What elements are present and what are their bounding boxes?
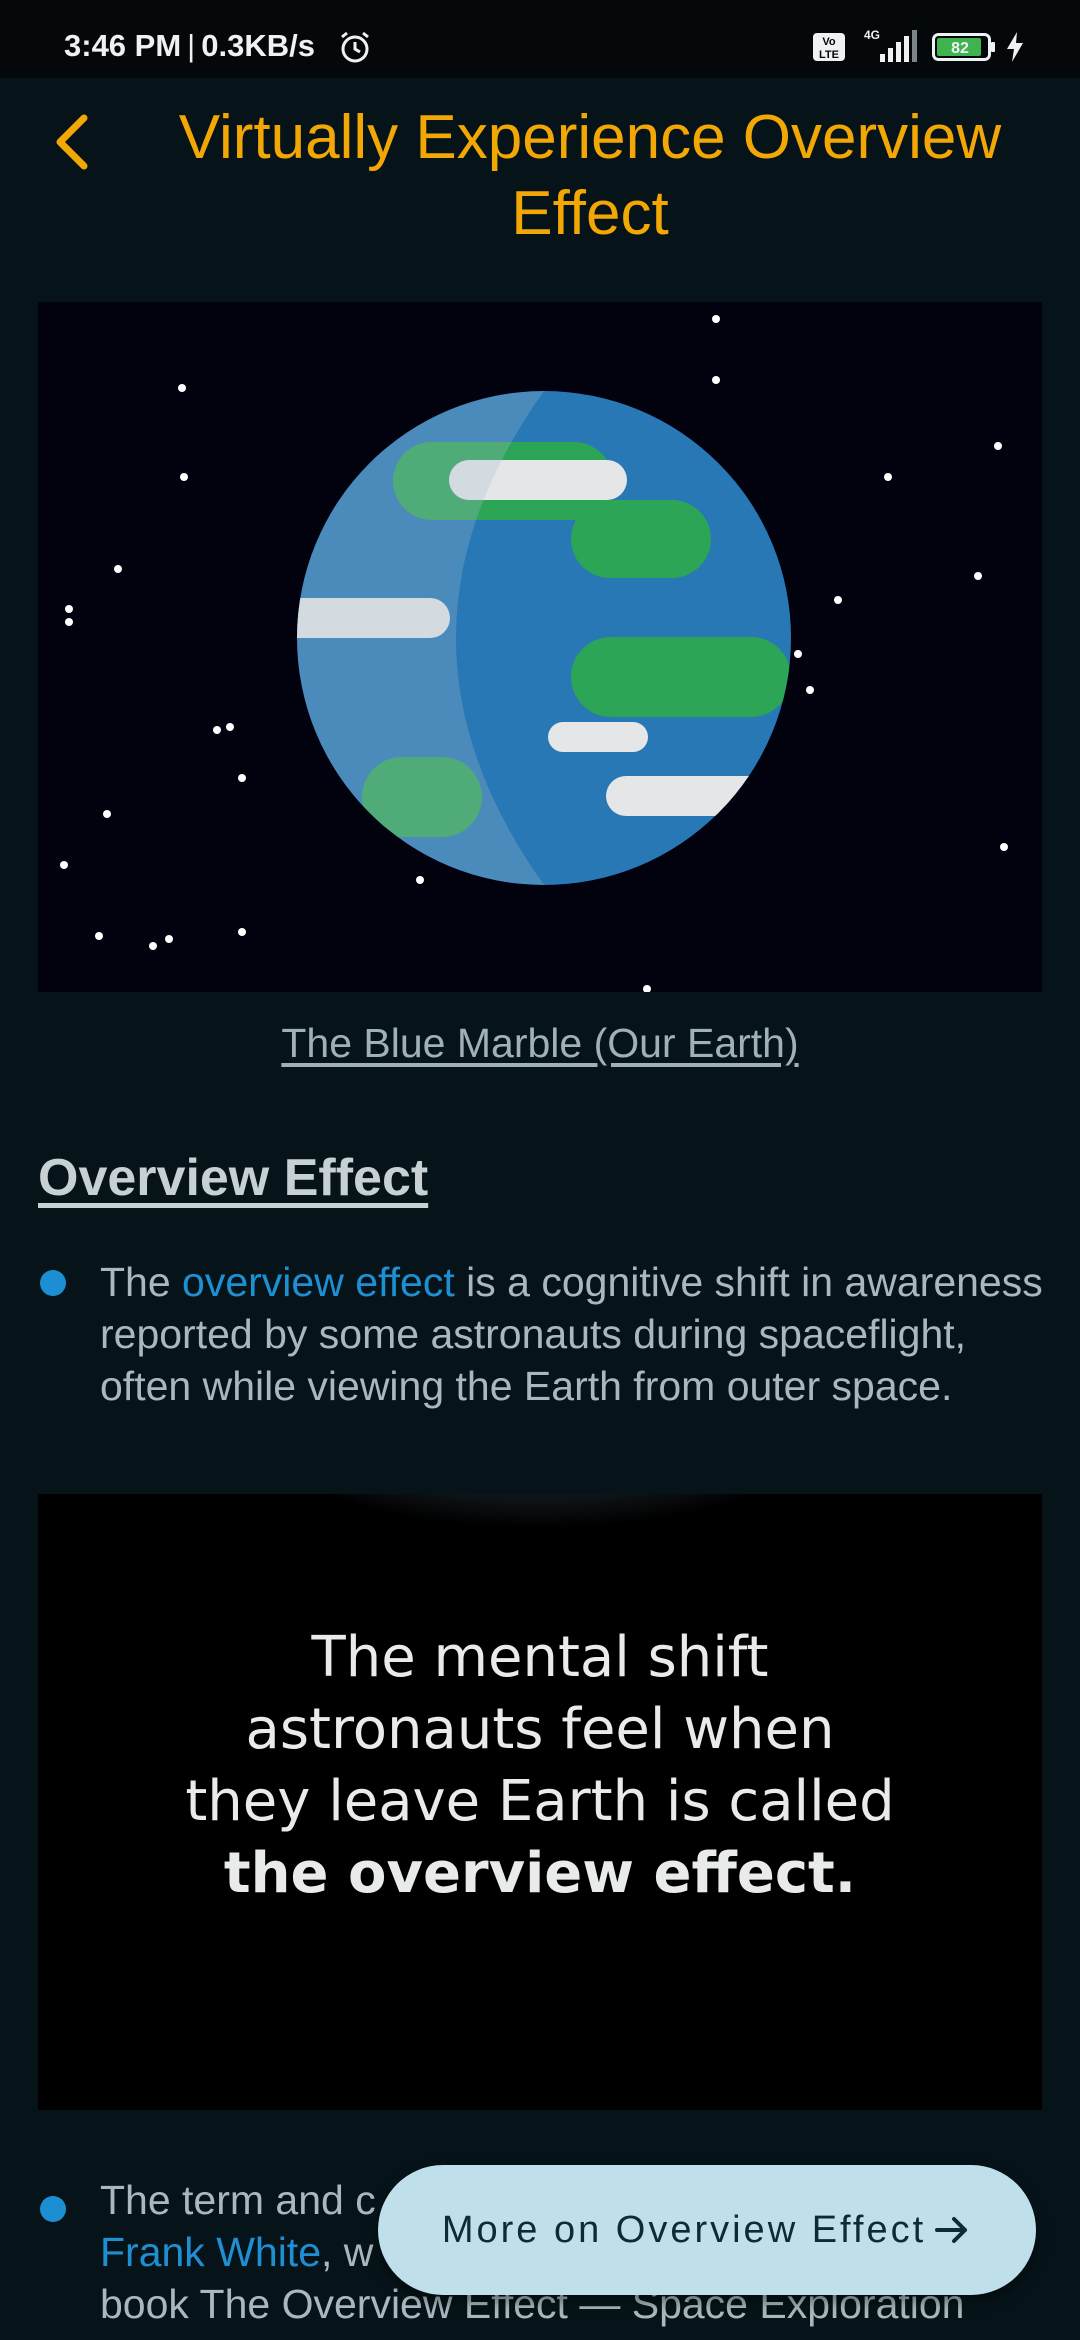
- bullet-text-after: , w: [321, 2229, 374, 2275]
- status-time-group: 3:46 PM | 0.3KB/s: [64, 28, 315, 64]
- page-title: Virtually Experience Overview Effect: [178, 103, 1002, 248]
- volte-icon: Vo LTE: [813, 33, 845, 61]
- quote-line: the overview effect.: [223, 1841, 857, 1906]
- overview-effect-quote-image: The mental shift astronauts feel when th…: [38, 1494, 1042, 2110]
- battery-level: 82: [951, 40, 969, 57]
- bullet-text-before: The: [100, 1259, 183, 1305]
- network-type-label: 4G: [864, 28, 880, 42]
- app-header: Virtually Experience Overview Effect: [0, 100, 1080, 260]
- more-on-overview-effect-button[interactable]: More on Overview Effect: [378, 2165, 1036, 2295]
- svg-text:LTE: LTE: [819, 49, 839, 61]
- earth-svg: [60, 315, 1008, 992]
- bullet-text: The overview effect is a cognitive shift…: [100, 1256, 1048, 1412]
- bullet-dot-icon: [40, 1270, 66, 1296]
- quote-line: astronauts feel when: [245, 1697, 835, 1762]
- signal-icon: 4G: [864, 28, 917, 62]
- quote-text: The mental shift astronauts feel when th…: [38, 1622, 1042, 1910]
- frank-white-link[interactable]: Frank White: [100, 2229, 321, 2275]
- arrow-right-icon: [935, 2217, 968, 2243]
- list-item: The overview effect is a cognitive shift…: [38, 1256, 1048, 1412]
- earth-illustration: [38, 302, 1042, 992]
- bullet-text-before: The term and c: [100, 2177, 376, 2223]
- charging-icon: [1007, 32, 1023, 62]
- bullet-dot-icon: [40, 2196, 66, 2222]
- status-time: 3:46 PM: [64, 28, 182, 63]
- earth-caption-link[interactable]: The Blue Marble (Our Earth): [0, 1020, 1080, 1067]
- section-heading: Overview Effect: [38, 1149, 429, 1207]
- quote-line: The mental shift: [311, 1625, 769, 1690]
- chevron-left-icon[interactable]: [50, 112, 94, 172]
- status-speed: 0.3KB/s: [201, 28, 315, 63]
- overview-effect-link[interactable]: overview effect: [182, 1259, 455, 1305]
- alarm-icon: [341, 31, 369, 63]
- quote-line: they leave Earth is called: [185, 1769, 895, 1834]
- svg-text:Vo: Vo: [822, 36, 836, 48]
- fab-label: More on Overview Effect: [441, 2208, 927, 2251]
- status-bar: 3:46 PM | 0.3KB/s Vo LTE 4G 82: [0, 0, 1080, 78]
- battery-icon: 82: [932, 33, 995, 61]
- status-separator: |: [187, 28, 196, 63]
